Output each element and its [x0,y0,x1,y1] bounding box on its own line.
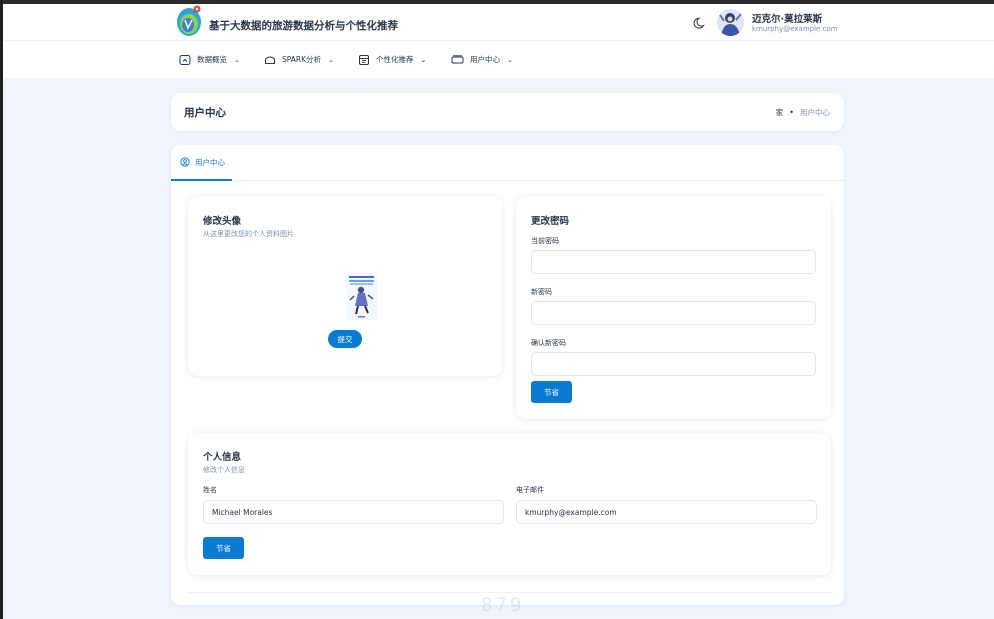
nav-item-label: 个性化推荐 [376,55,414,64]
watermark: 879 [481,594,525,616]
breadcrumb-card: 用户中心 家 • 用户中心 [171,93,844,131]
user-email: kmurphy@example.com [752,25,838,33]
page-title: 用户中心 [184,107,226,119]
divider [188,592,831,593]
avatar-card-subtitle: 从这里更改您的个人资料图片 [203,230,294,238]
personal-info-card: 个人信息 修改个人信息 姓名 电子邮件 节省 [188,433,831,575]
dashboard-icon [179,54,191,65]
name-label: 姓名 [203,486,217,494]
profile-picture[interactable] [346,273,377,320]
new-password-label: 新密码 [531,288,552,296]
password-card-title: 更改密码 [531,216,570,227]
breadcrumb: 家 • 用户中心 [776,107,830,118]
avatar-card-title: 修改头像 [203,216,242,227]
moon-icon[interactable] [693,15,707,29]
user-card-icon [451,54,464,63]
profile-card-title: 个人信息 [203,452,242,463]
avatar[interactable] [717,9,744,36]
current-password-label: 当前密码 [531,237,559,245]
tab-label: 用户中心 [195,157,225,167]
save-profile-button[interactable]: 节省 [203,537,244,559]
profile-card-subtitle: 修改个人信息 [203,466,245,474]
nav-item-user-center[interactable]: 用户中心 ⌄ [451,41,513,78]
chevron-down-icon: ⌄ [234,55,240,64]
tab-bar: 用户中心 [171,145,844,181]
nav-item-spark-analysis[interactable]: SPARK分析 ⌄ [264,41,334,78]
change-password-card: 更改密码 当前密码 新密码 确认新密码 节省 [516,196,831,419]
new-password-input[interactable] [531,301,816,325]
submit-avatar-button[interactable]: 提交 [328,330,362,348]
nav-item-recommendation[interactable]: 个性化推荐 ⌄ [358,41,426,78]
confirm-password-input[interactable] [531,352,816,376]
email-label: 电子邮件 [516,486,544,494]
nav-item-data-overview[interactable]: 数据概览 ⌄ [179,41,240,78]
breadcrumb-separator: • [789,108,794,117]
email-input[interactable] [516,500,817,524]
tab-user-center[interactable]: 用户中心 [171,145,232,181]
app-logo[interactable] [175,4,205,38]
breadcrumb-current: 用户中心 [800,108,830,117]
breadcrumb-home[interactable]: 家 [776,107,784,118]
save-password-button[interactable]: 节省 [531,381,572,403]
chevron-down-icon: ⌄ [328,55,334,64]
chevron-down-icon: ⌄ [507,55,513,64]
current-password-input[interactable] [531,250,816,274]
change-avatar-card: 修改头像 从这里更改您的个人资料图片 提交 [188,196,502,376]
chevron-down-icon: ⌄ [420,55,427,64]
confirm-password-label: 确认新密码 [531,339,566,347]
app-title: 基于大数据的旅游数据分析与个性化推荐 [209,20,398,32]
user-circle-icon [180,157,190,167]
calendar-icon [359,54,369,65]
name-input[interactable] [203,500,504,524]
user-name[interactable]: 迈克尔·莫拉莱斯 [752,11,822,25]
main-nav: 数据概览 ⌄ SPARK分析 ⌄ 个性化推荐 ⌄ 用户中心 ⌄ [3,41,994,78]
user-center-card: 用户中心 修改头像 从这里更改您的个人资料图片 提交 更改密码 当前密码 新密码… [171,145,844,605]
chart-icon [265,56,275,64]
app-window: 基于大数据的旅游数据分析与个性化推荐 迈克尔·莫拉莱斯 kmurphy@exam… [3,4,994,619]
nav-item-label: 用户中心 [470,55,500,64]
nav-item-label: SPARK分析 [282,55,322,64]
top-header: 基于大数据的旅游数据分析与个性化推荐 迈克尔·莫拉莱斯 kmurphy@exam… [3,4,994,41]
nav-item-label: 数据概览 [197,55,227,64]
